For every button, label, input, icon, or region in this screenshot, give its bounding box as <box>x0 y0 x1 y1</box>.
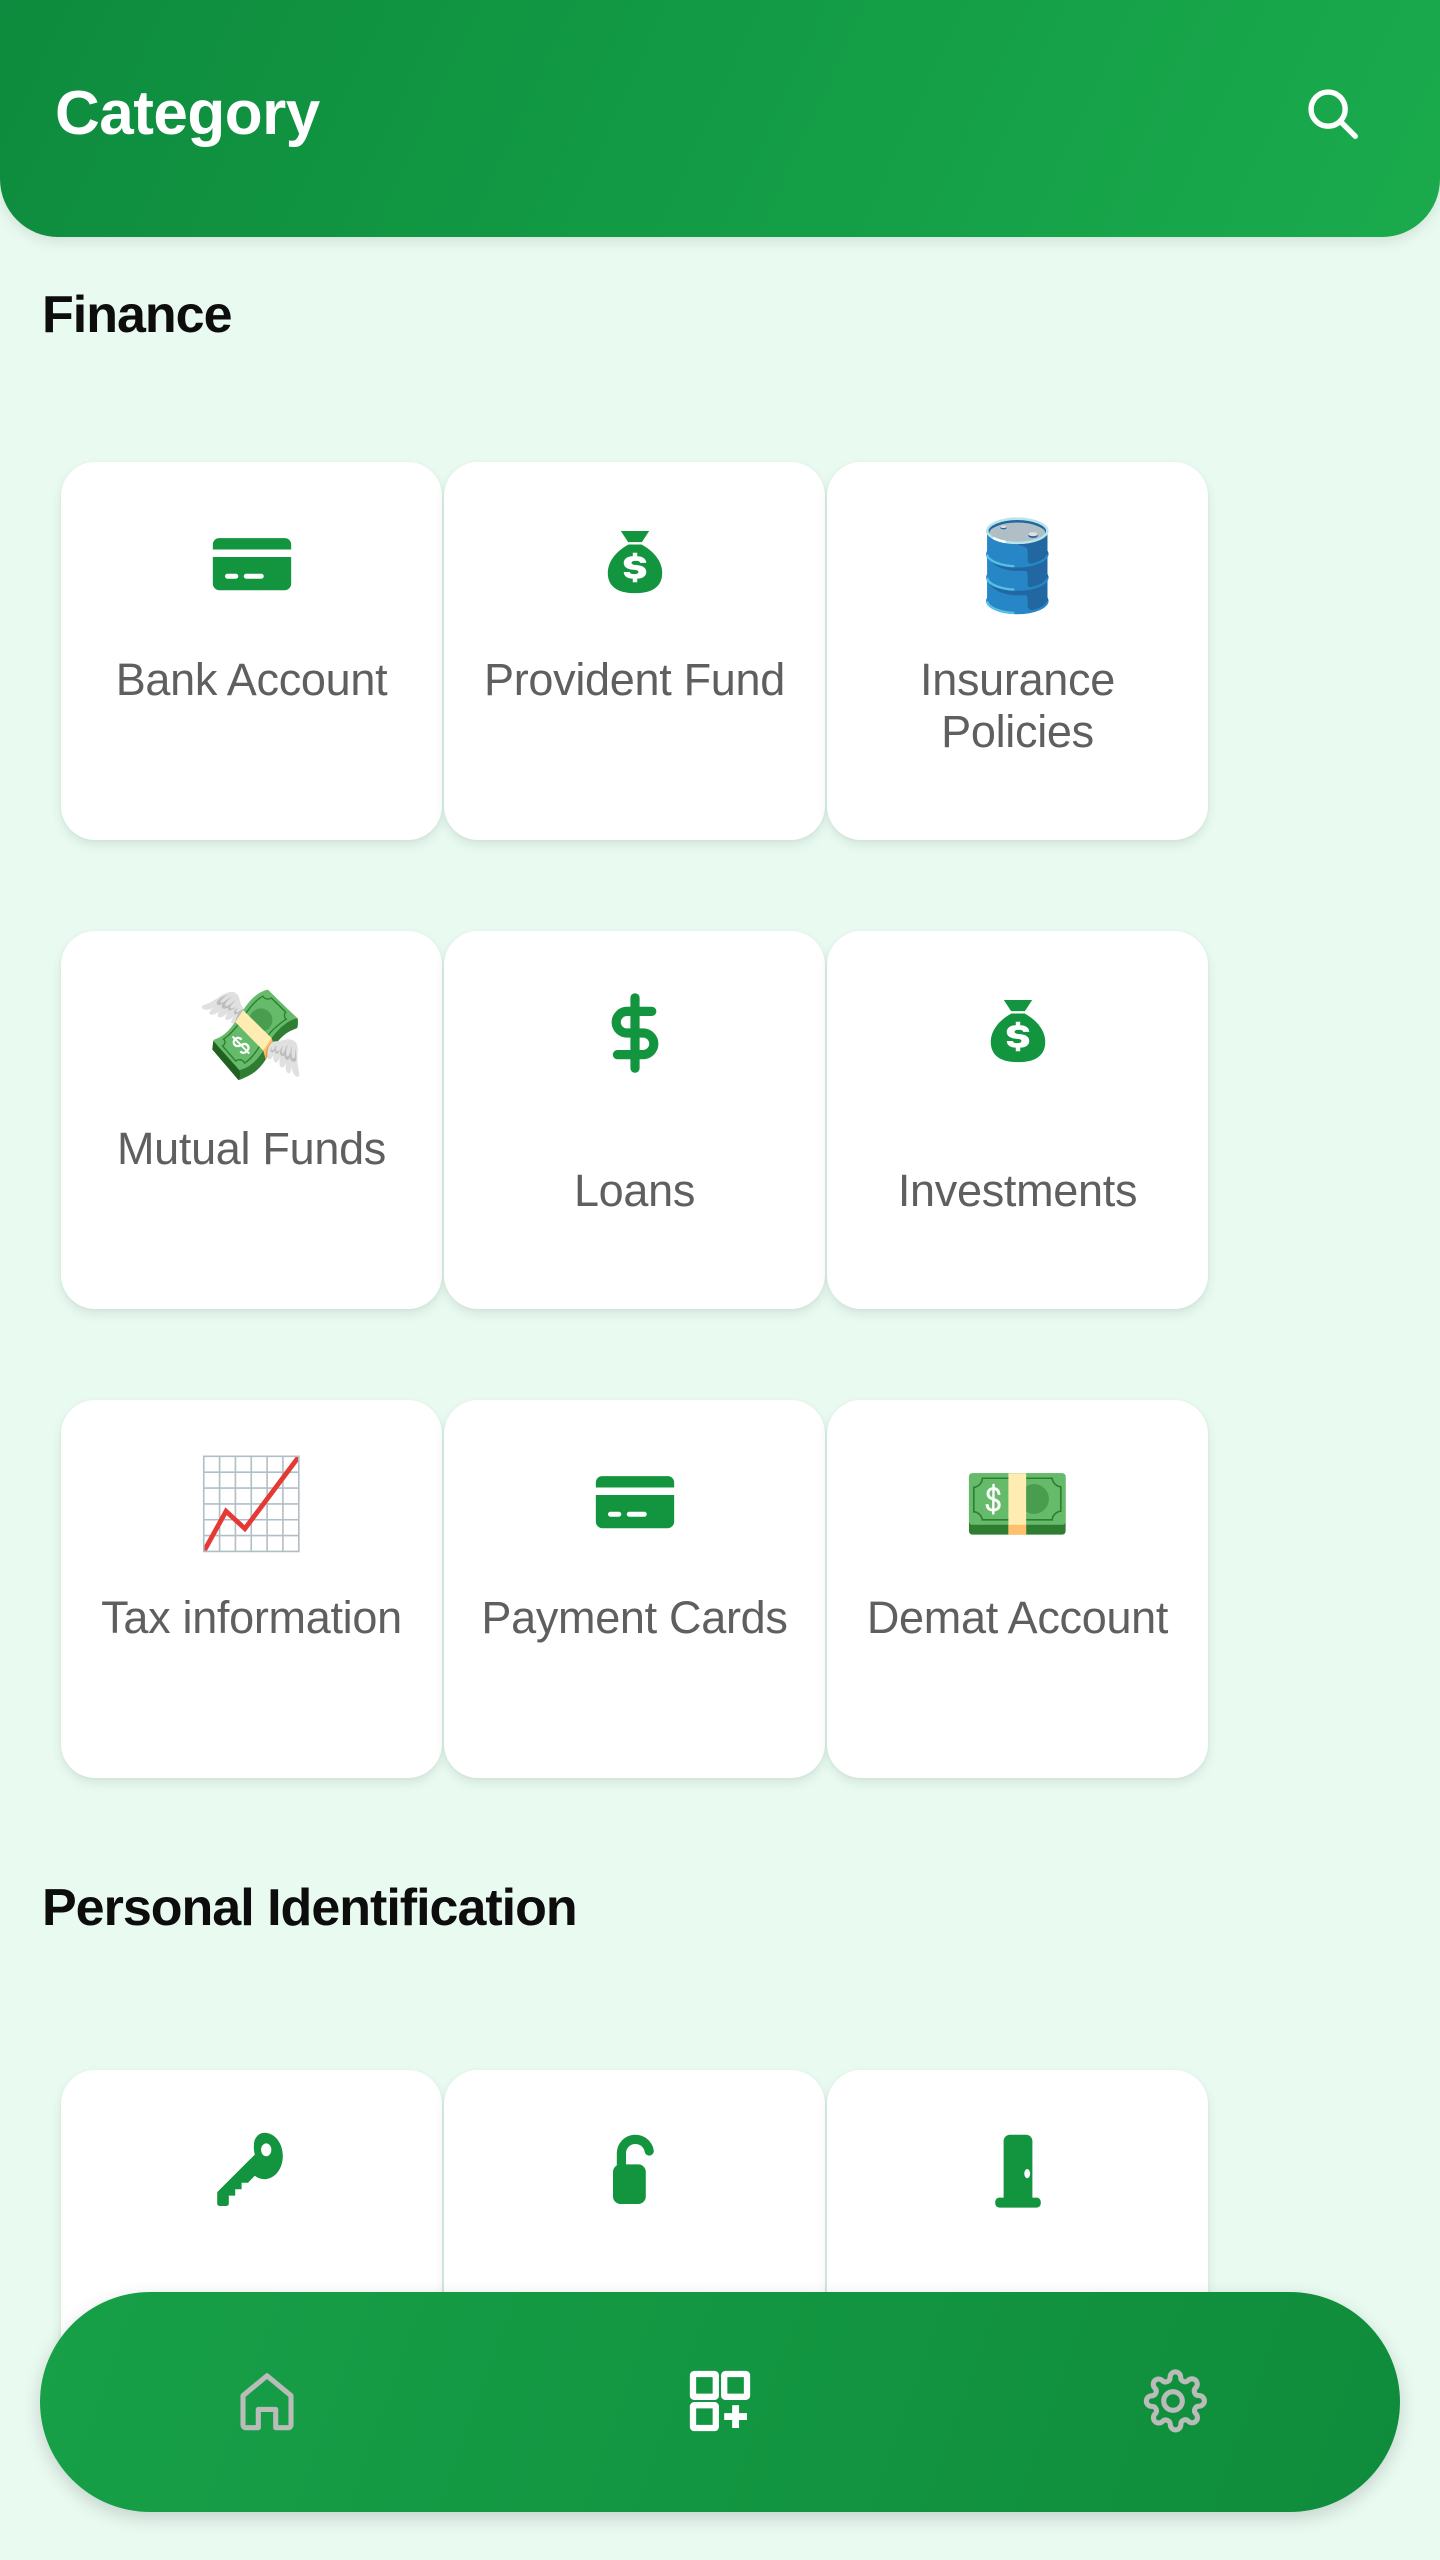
unlocked-padlock-icon <box>587 2124 683 2225</box>
money-with-wings-icon: 💸 <box>196 985 307 1084</box>
search-icon <box>1301 82 1363 147</box>
category-card-investments[interactable]: Investments <box>827 931 1208 1309</box>
card-label: Payment Cards <box>481 1592 788 1643</box>
app-bar: Category <box>0 0 1440 237</box>
grid-cell: 💸 Mutual Funds <box>60 931 443 1309</box>
category-card-provident-fund[interactable]: Provident Fund <box>444 462 825 840</box>
home-icon <box>231 2365 303 2440</box>
category-card-loans[interactable]: Loans <box>444 931 825 1309</box>
app-screen: Category Finance Bank Account Provident … <box>0 0 1440 2560</box>
card-icon-slot <box>827 2070 1208 2256</box>
card-icon-slot: 🛢️ <box>827 462 1208 648</box>
grid-cell: Investments <box>826 931 1209 1309</box>
section-title-personal-identification: Personal Identification <box>42 1879 578 1937</box>
category-card-bank-account[interactable]: Bank Account <box>61 462 442 840</box>
card-label: Bank Account <box>115 654 388 705</box>
card-label: Loans <box>573 1165 696 1216</box>
card-label: Investments <box>897 1165 1138 1216</box>
grid-cell: Loans <box>443 931 826 1309</box>
dashboard-add-icon <box>684 2365 756 2440</box>
credit-card-icon <box>205 517 299 616</box>
card-icon-slot <box>444 2070 825 2256</box>
door-icon <box>970 2124 1066 2225</box>
dollar-banknote-icon: 💵 <box>962 1454 1073 1553</box>
search-button[interactable] <box>1286 69 1378 161</box>
nav-item-categories[interactable] <box>640 2322 800 2482</box>
section-title-finance: Finance <box>42 286 232 344</box>
money-bag-icon <box>972 987 1064 1084</box>
page-title: Category <box>55 78 320 148</box>
bottom-navigation-bar <box>40 2292 1400 2512</box>
grid-cell: 📈 Tax information <box>60 1400 443 1778</box>
money-bag-icon <box>589 518 681 615</box>
dollar-sign-icon <box>587 985 683 1086</box>
card-icon-slot <box>827 931 1208 1117</box>
finance-card-grid: Bank Account Provident Fund 🛢️ Insurance… <box>0 462 1440 1869</box>
card-icon-slot <box>444 1400 825 1586</box>
category-card-mutual-funds[interactable]: 💸 Mutual Funds <box>61 931 442 1309</box>
category-card-demat-account[interactable]: 💵 Demat Account <box>827 1400 1208 1778</box>
chart-increasing-icon: 📈 <box>196 1454 307 1553</box>
category-card-insurance-policies[interactable]: 🛢️ Insurance Policies <box>827 462 1208 840</box>
card-label: Mutual Funds <box>116 1123 387 1174</box>
card-icon-slot <box>444 931 825 1117</box>
grid-cell: Provident Fund <box>443 462 826 840</box>
card-icon-slot: 📈 <box>61 1400 442 1586</box>
key-icon <box>204 2124 300 2225</box>
category-card-payment-cards[interactable]: Payment Cards <box>444 1400 825 1778</box>
oil-drum-icon: 🛢️ <box>962 516 1073 615</box>
card-icon-slot <box>444 462 825 648</box>
card-icon-slot <box>61 2070 442 2256</box>
grid-cell: 💵 Demat Account <box>826 1400 1209 1778</box>
category-card-tax-information[interactable]: 📈 Tax information <box>61 1400 442 1778</box>
bottom-scrim <box>0 2518 1440 2560</box>
grid-cell: 🛢️ Insurance Policies <box>826 462 1209 840</box>
card-icon-slot: 💵 <box>827 1400 1208 1586</box>
nav-item-home[interactable] <box>187 2322 347 2482</box>
grid-cell: Payment Cards <box>443 1400 826 1778</box>
card-icon-slot <box>61 462 442 648</box>
grid-cell: Bank Account <box>60 462 443 840</box>
card-label: Insurance Policies <box>920 654 1115 758</box>
nav-item-settings[interactable] <box>1093 2322 1253 2482</box>
gear-icon <box>1137 2365 1209 2440</box>
card-label: Tax information <box>101 1592 402 1643</box>
credit-card-icon <box>588 1455 682 1554</box>
card-label: Demat Account <box>866 1592 1169 1643</box>
card-label: Provident Fund <box>484 654 785 705</box>
card-icon-slot: 💸 <box>61 931 442 1117</box>
